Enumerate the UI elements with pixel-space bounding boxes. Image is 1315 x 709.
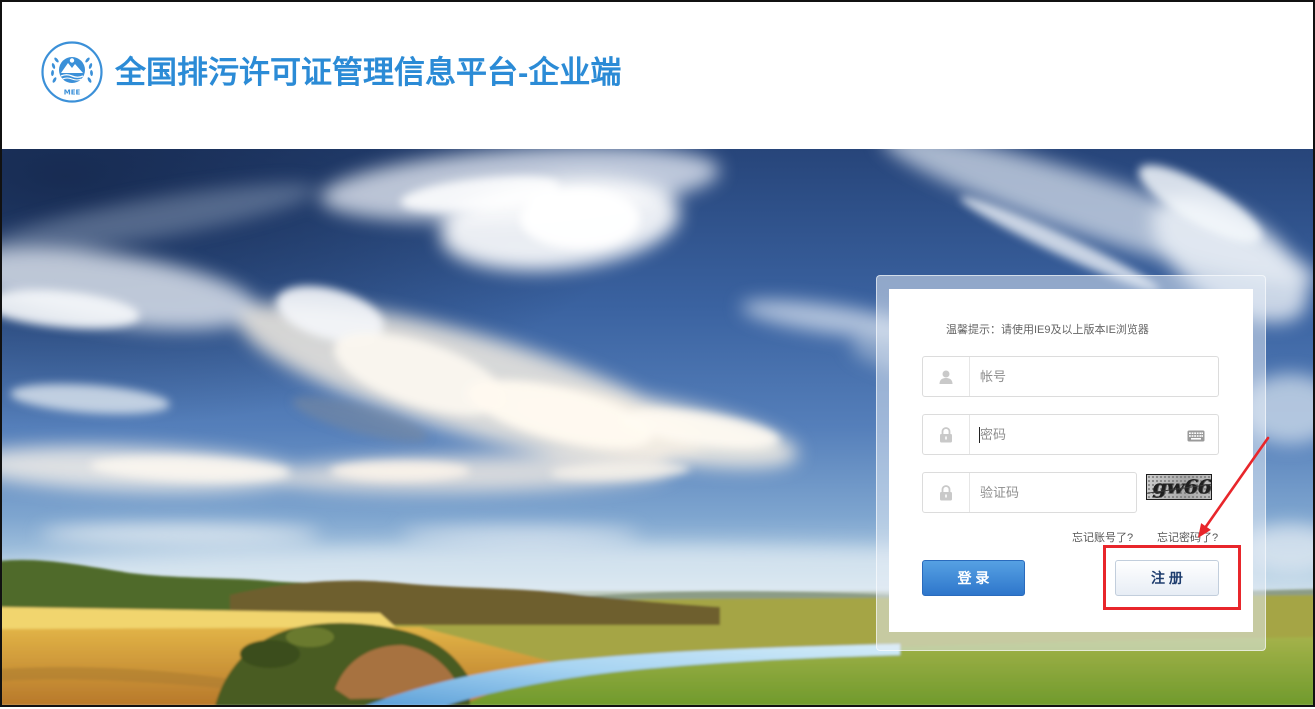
login-form: 温馨提示：请使用IE9及以上版本IE浏览器 帐号 验证码 gw66 忘记账号了?… xyxy=(889,289,1253,632)
site-header: MEE 全国排污许可证管理信息平台-企业端 xyxy=(0,0,1315,149)
account-input[interactable] xyxy=(970,357,1210,396)
cloud xyxy=(40,524,320,544)
captcha-image[interactable]: gw66 xyxy=(1146,474,1212,500)
forgot-account-link[interactable]: 忘记账号了? xyxy=(1072,531,1133,545)
cloud xyxy=(400,526,640,542)
forgot-password-link[interactable]: 忘记密码了? xyxy=(1157,531,1218,545)
shrub xyxy=(286,627,334,647)
user-icon xyxy=(923,357,970,396)
lock-icon xyxy=(923,473,970,512)
emblem-sun xyxy=(69,58,75,63)
lock-icon xyxy=(923,415,970,454)
logo-text: MEE xyxy=(64,89,81,97)
password-field[interactable] xyxy=(922,414,1219,455)
browser-hint: 温馨提示：请使用IE9及以上版本IE浏览器 xyxy=(946,324,1149,336)
captcha-code: gw66 xyxy=(1150,475,1212,498)
register-button[interactable]: 注 册 xyxy=(1115,560,1219,596)
page-title: 全国排污许可证管理信息平台-企业端 xyxy=(115,55,622,90)
login-panel: 温馨提示：请使用IE9及以上版本IE浏览器 帐号 验证码 gw66 忘记账号了?… xyxy=(876,275,1266,651)
password-input[interactable] xyxy=(970,415,1175,454)
login-button[interactable]: 登 录 xyxy=(922,560,1025,596)
login-page: MEE 全国排污许可证管理信息平台-企业端 温馨提示：请使用IE9及以上版本IE… xyxy=(0,0,1315,709)
shrub xyxy=(240,640,300,668)
text-caret xyxy=(979,427,980,443)
captcha-field[interactable] xyxy=(922,472,1137,513)
mee-emblem-icon: MEE xyxy=(41,41,103,103)
account-field[interactable] xyxy=(922,356,1219,397)
keyboard-icon[interactable] xyxy=(1187,429,1205,442)
captcha-input[interactable] xyxy=(970,473,1130,512)
cloud xyxy=(330,461,470,481)
